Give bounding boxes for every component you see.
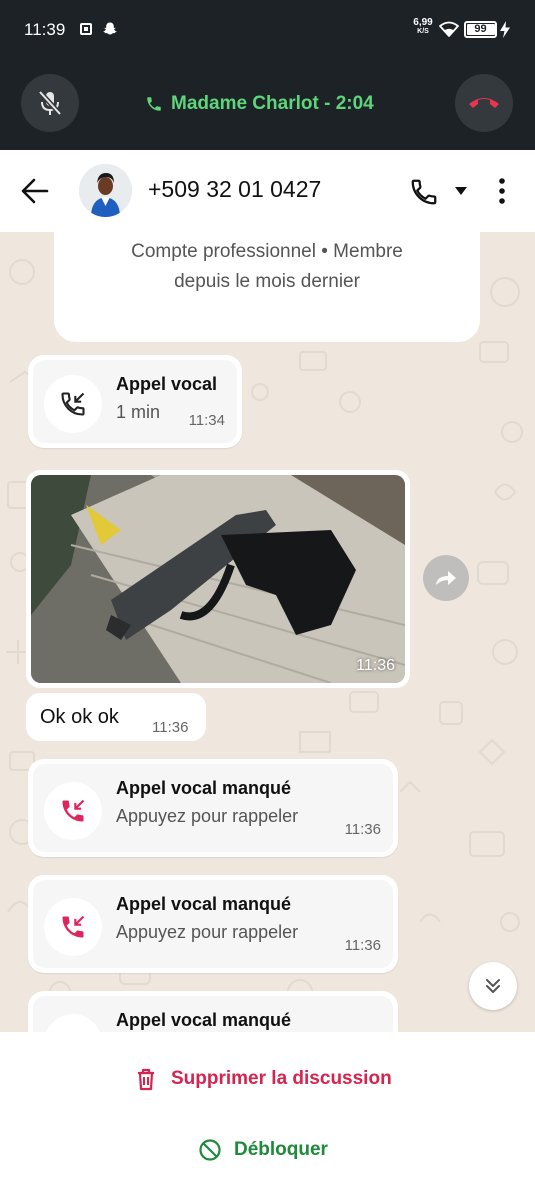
- photo[interactable]: 11:36: [31, 475, 405, 683]
- battery-level: 99: [474, 23, 487, 35]
- message-time: 11:36: [344, 821, 381, 838]
- hang-up-button[interactable]: [455, 74, 513, 132]
- end-call-icon: [469, 98, 499, 108]
- forward-icon: [436, 571, 456, 585]
- mute-button[interactable]: [21, 74, 79, 132]
- message-text: Ok ok ok: [40, 706, 119, 728]
- call-title: Appel vocal manqué: [116, 894, 292, 914]
- block-icon: [199, 1139, 221, 1161]
- snapchat-icon: [103, 22, 117, 35]
- missed-call-icon: [62, 799, 85, 822]
- call-title: Appel vocal: [116, 374, 218, 394]
- message-time: 11:36: [344, 937, 381, 954]
- call-title: Appel vocal manqué: [116, 1010, 292, 1030]
- incoming-call-icon: [61, 392, 85, 416]
- call-subtitle: Appuyez pour rappeler: [116, 806, 299, 826]
- text-message[interactable]: Ok ok ok 11:36: [26, 693, 206, 741]
- delete-chat-button[interactable]: Supprimer la discussion: [135, 1067, 392, 1091]
- call-subtitle: Appuyez pour rappeler: [116, 922, 299, 942]
- message-time: 11:34: [188, 412, 225, 429]
- unblock-button[interactable]: Débloquer: [198, 1138, 328, 1162]
- business-info-card: Compte professionnel • Membre depuis le …: [54, 232, 480, 342]
- status-bar: 11:39 6,99 K/S 99: [0, 0, 535, 60]
- trash-icon: [138, 1068, 154, 1091]
- missed-call-message[interactable]: Appel vocal manqué Appuyez pour rappeler…: [28, 875, 398, 973]
- more-options-icon[interactable]: [495, 176, 509, 206]
- voice-call-icon[interactable]: [409, 177, 439, 207]
- call-icon-circle: [44, 375, 102, 433]
- battery-icon: 99: [464, 21, 497, 38]
- missed-call-message[interactable]: Appel vocal manqué Appuyez pour rappeler…: [28, 759, 398, 857]
- delete-chat-label: Supprimer la discussion: [171, 1068, 392, 1089]
- call-icon-circle: [44, 782, 102, 840]
- call-icon-circle: [44, 898, 102, 956]
- chat-area[interactable]: Compte professionnel • Membre depuis le …: [0, 232, 535, 1032]
- caret-down-icon[interactable]: [454, 186, 468, 196]
- screen-record-icon: [80, 23, 92, 35]
- chat-header: +509 32 01 0427: [0, 150, 535, 232]
- net-speed-unit: K/S: [417, 28, 429, 35]
- phone-icon: [147, 97, 161, 111]
- forward-button[interactable]: [423, 555, 469, 601]
- microphone-off-icon: [38, 90, 62, 116]
- unblock-label: Débloquer: [234, 1139, 328, 1160]
- call-title: Appel vocal manqué: [116, 778, 292, 798]
- call-icon-circle: [44, 1014, 102, 1032]
- scroll-to-bottom-button[interactable]: [469, 962, 517, 1010]
- info-line-2: depuis le mois dernier: [174, 271, 360, 292]
- network-speed: 6,99 K/S: [411, 18, 435, 36]
- image-message[interactable]: 11:36: [26, 470, 410, 688]
- double-chevron-down-icon: [486, 979, 500, 993]
- call-duration: 1 min: [116, 402, 161, 422]
- status-time: 11:39: [24, 20, 66, 39]
- wifi-icon: [439, 21, 459, 37]
- net-speed-value: 6,99: [413, 17, 433, 28]
- back-arrow-icon[interactable]: [20, 178, 50, 204]
- caller-text: Madame Charlot - 2:04: [171, 93, 374, 114]
- missed-call-message[interactable]: Appel vocal manqué: [28, 991, 398, 1032]
- info-line-1: Compte professionnel • Membre: [131, 241, 403, 262]
- avatar[interactable]: [79, 164, 132, 217]
- charging-icon: [500, 21, 510, 38]
- message-time: 11:36: [152, 719, 189, 736]
- ongoing-call-bar[interactable]: Madame Charlot - 2:04: [0, 60, 535, 150]
- voice-call-message[interactable]: Appel vocal 1 min 11:34: [28, 355, 242, 448]
- blocked-contact-panel: Supprimer la discussion Débloquer: [0, 1032, 535, 1200]
- message-time: 11:36: [356, 657, 395, 674]
- call-info[interactable]: Madame Charlot - 2:04: [145, 93, 374, 115]
- missed-call-icon: [62, 915, 85, 938]
- contact-name[interactable]: +509 32 01 0427: [148, 176, 321, 203]
